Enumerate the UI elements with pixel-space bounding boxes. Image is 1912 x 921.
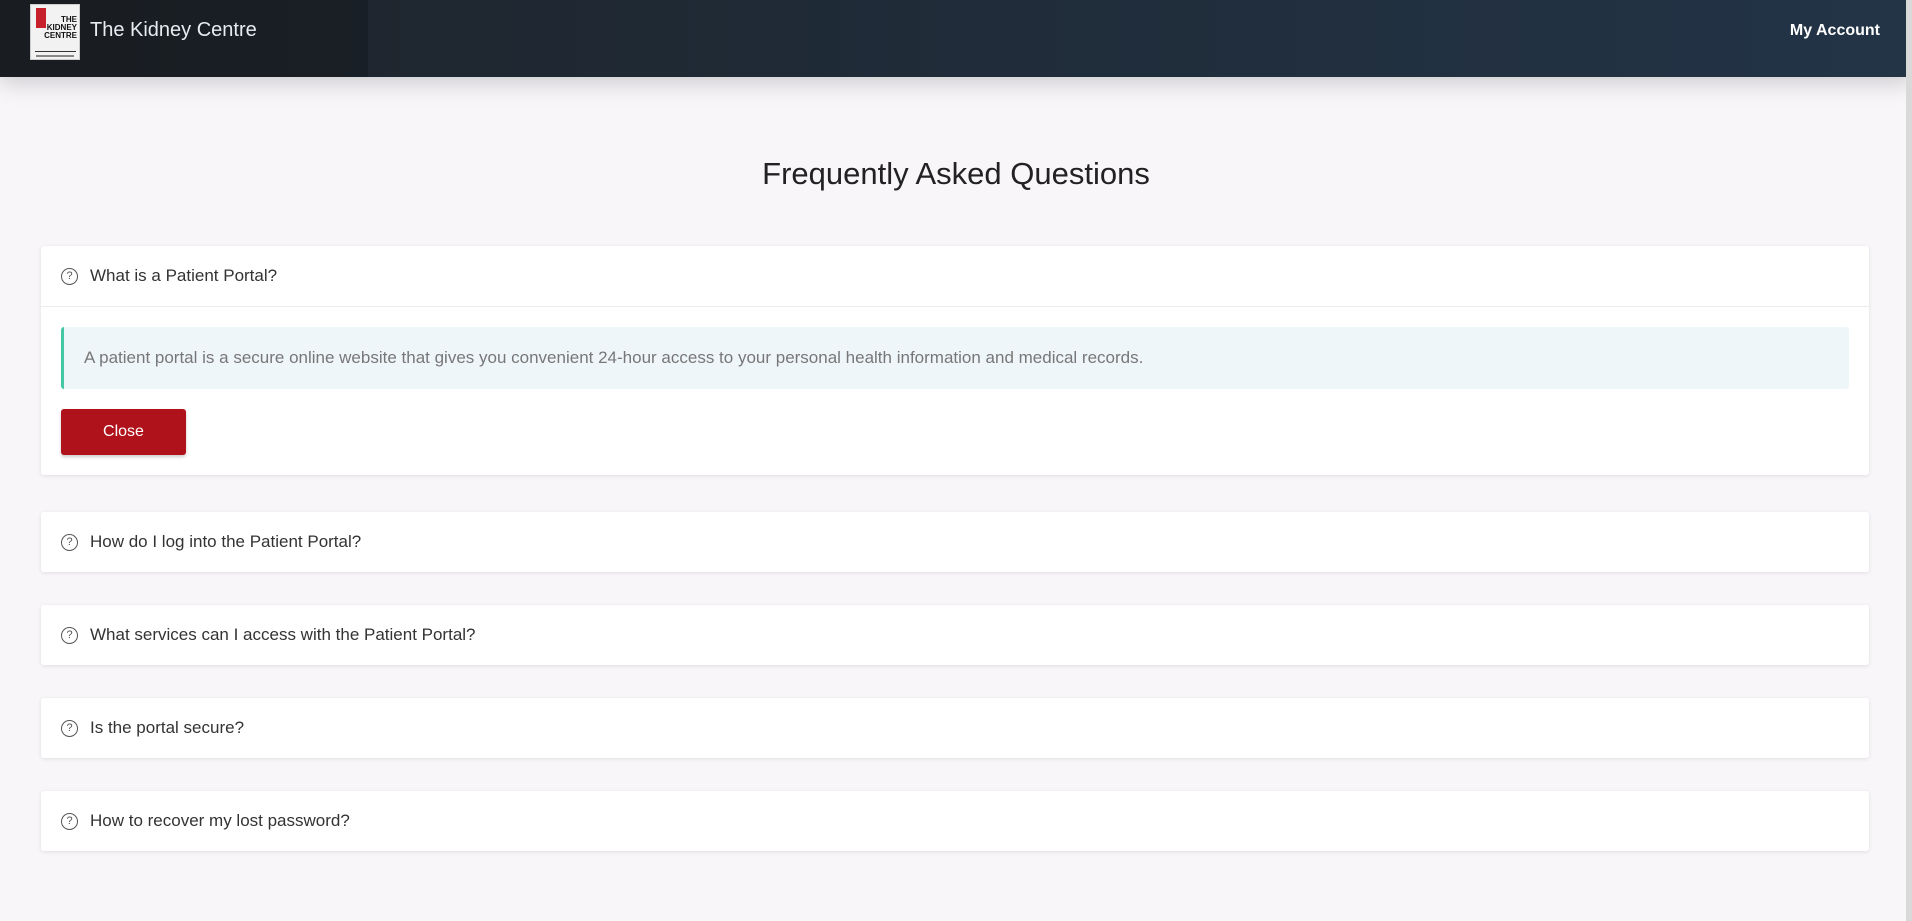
faq-item: ? What is a Patient Portal? A patient po…	[41, 246, 1869, 475]
faq-question: What is a Patient Portal?	[90, 266, 278, 285]
faq-answer-panel: A patient portal is a secure online webs…	[41, 306, 1869, 475]
close-button[interactable]: Close	[61, 409, 186, 455]
faq-question-header[interactable]: ? What is a Patient Portal?	[41, 246, 1869, 306]
faq-question: What services can I access with the Pati…	[90, 625, 476, 644]
page-title: Frequently Asked Questions	[762, 156, 1150, 191]
faq-question: Is the portal secure?	[90, 718, 245, 737]
question-circle-icon: ?	[61, 267, 78, 285]
logo-footer	[36, 55, 74, 57]
faq-question: How do I log into the Patient Portal?	[90, 532, 362, 551]
question-circle-icon: ?	[61, 626, 78, 644]
logo-script	[35, 47, 76, 52]
faq-question-header[interactable]: ? How to recover my lost password?	[41, 791, 1869, 851]
faq-item: ? What services can I access with the Pa…	[41, 605, 1869, 665]
faq-question-header[interactable]: ? How do I log into the Patient Portal?	[41, 512, 1869, 572]
question-circle-icon: ?	[61, 719, 78, 737]
faq-answer: A patient portal is a secure online webs…	[61, 327, 1849, 389]
faq-question-header[interactable]: ? What services can I access with the Pa…	[41, 605, 1869, 665]
question-circle-icon: ?	[61, 812, 78, 830]
kidney-centre-logo[interactable]: THE KIDNEY CENTRE	[30, 4, 80, 60]
faq-item: ? How to recover my lost password?	[41, 791, 1869, 851]
scrollbar[interactable]	[1906, 0, 1912, 921]
faq-question-header[interactable]: ? Is the portal secure?	[41, 698, 1869, 758]
brand[interactable]: THE KIDNEY CENTRE The Kidney Centre	[0, 0, 368, 77]
logo-text-line: CENTRE	[44, 31, 77, 40]
top-navbar: THE KIDNEY CENTRE The Kidney Centre My A…	[0, 0, 1912, 77]
faq-item: ? Is the portal secure?	[41, 698, 1869, 758]
my-account-link[interactable]: My Account	[1790, 22, 1880, 40]
faq-question: How to recover my lost password?	[90, 811, 350, 830]
brand-name[interactable]: The Kidney Centre	[90, 19, 257, 42]
question-circle-icon: ?	[61, 533, 78, 551]
faq-item: ? How do I log into the Patient Portal?	[41, 512, 1869, 572]
